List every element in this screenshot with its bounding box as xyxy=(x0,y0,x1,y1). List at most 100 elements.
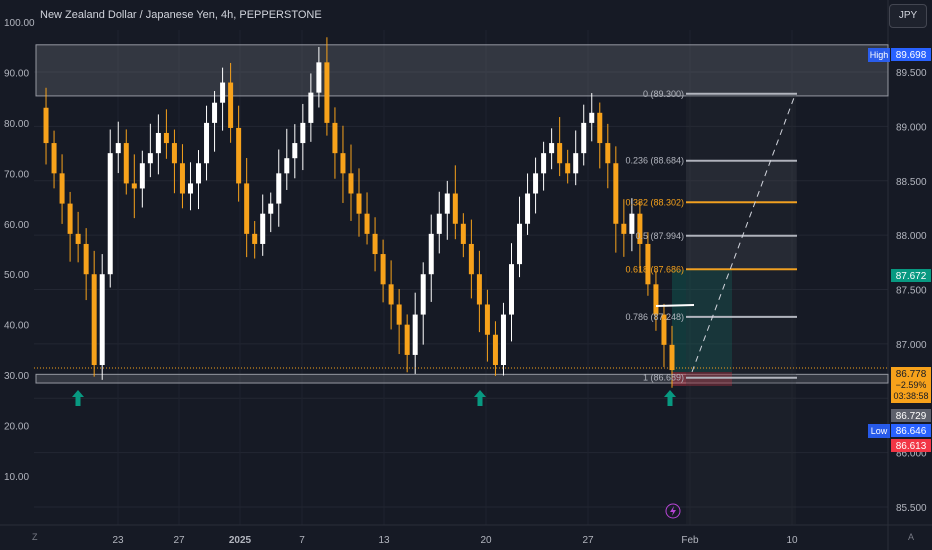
candle-body xyxy=(573,153,579,174)
time-tick-label: 2025 xyxy=(229,535,252,546)
candle-body xyxy=(492,334,498,366)
candle-body xyxy=(629,213,635,234)
candle-body xyxy=(372,233,378,255)
candle-body xyxy=(605,143,611,164)
left-tick-label: 100.00 xyxy=(4,18,35,29)
price-badge-value: 87.672 xyxy=(896,271,927,282)
time-tick-label: 13 xyxy=(378,535,390,546)
fib-level-label: 1 (86.689) xyxy=(643,373,684,383)
candle-body xyxy=(468,243,474,275)
candle-body xyxy=(380,254,386,285)
left-tick-label: 60.00 xyxy=(4,220,29,231)
price-chart[interactable]: 89.50089.00088.50088.00087.50087.00086.5… xyxy=(0,0,932,550)
time-tick-label: 10 xyxy=(786,535,798,546)
price-tick-label: 87.500 xyxy=(896,286,927,297)
candle-body xyxy=(155,132,161,154)
candle-body xyxy=(308,92,314,123)
candle-body xyxy=(43,107,49,144)
candle-body xyxy=(51,143,57,174)
badge-tag-text: Low xyxy=(871,426,888,436)
candle-body xyxy=(220,82,226,103)
left-tick-label: 50.00 xyxy=(4,270,29,281)
fib-band xyxy=(686,160,797,203)
candle-body xyxy=(179,163,185,194)
price-badge-value: 86.613 xyxy=(896,441,927,452)
price-tick-label: 89.500 xyxy=(896,68,927,79)
left-tick-label: 20.00 xyxy=(4,422,29,433)
candle-body xyxy=(444,193,450,214)
target-line xyxy=(655,304,695,307)
candle-body xyxy=(452,193,458,224)
candle-body xyxy=(340,153,346,174)
candle-body xyxy=(581,122,587,154)
price-tick-label: 88.500 xyxy=(896,177,927,188)
candle-body xyxy=(557,143,563,164)
bar-timer: 03:38:58 xyxy=(893,391,928,401)
candle-body xyxy=(549,143,555,154)
candle-body xyxy=(356,193,362,214)
fib-band xyxy=(686,235,797,270)
candle-body xyxy=(412,314,418,355)
left-tick-label: 30.00 xyxy=(4,371,29,382)
candle-body xyxy=(613,163,619,224)
price-badge-value: 86.646 xyxy=(896,426,927,437)
fib-level-label: 0.618 (87.686) xyxy=(625,264,684,274)
left-tick-label: 90.00 xyxy=(4,68,29,79)
candle-body xyxy=(187,183,193,194)
candle-body xyxy=(525,193,531,224)
candle-body xyxy=(115,143,121,154)
candle-body xyxy=(428,233,434,275)
candle-body xyxy=(252,233,258,244)
candle-body xyxy=(204,122,210,164)
time-tick-label: Feb xyxy=(681,535,699,546)
candle-body xyxy=(123,143,129,184)
candle-body xyxy=(244,183,250,234)
left-tick-label: 70.00 xyxy=(4,169,29,180)
candle-body xyxy=(75,233,81,244)
candle-body xyxy=(517,223,523,265)
time-tick-label: 7 xyxy=(299,535,305,546)
left-tick-label: 80.00 xyxy=(4,119,29,130)
candle-body xyxy=(597,112,603,144)
candle-body xyxy=(484,304,490,335)
candle-body xyxy=(388,284,394,305)
time-tick-label: 27 xyxy=(582,535,594,546)
currency-button[interactable]: JPY xyxy=(889,4,927,28)
left-tick-label: 40.00 xyxy=(4,321,29,332)
candle-body xyxy=(292,143,298,159)
candle-body xyxy=(300,122,306,144)
zoom-corner-left[interactable]: Z xyxy=(32,532,38,542)
price-tick-label: 88.000 xyxy=(896,231,927,242)
candle-body xyxy=(332,122,338,154)
candle-body xyxy=(621,223,627,234)
time-tick-label: 20 xyxy=(480,535,492,546)
auto-scale-button[interactable]: A xyxy=(908,532,914,542)
candle-body xyxy=(276,173,282,204)
candle-body xyxy=(348,173,354,194)
candle-body xyxy=(364,213,370,234)
candle-body xyxy=(669,344,675,371)
candle-body xyxy=(107,153,113,275)
candle-body xyxy=(171,143,177,164)
time-tick-label: 23 xyxy=(112,535,124,546)
price-badge-value: 86.729 xyxy=(896,411,927,422)
candle-body xyxy=(260,213,266,244)
candle-body xyxy=(91,274,97,366)
candle-body xyxy=(99,274,105,366)
projection-area xyxy=(686,92,796,524)
fib-level-label: 0.382 (88.302) xyxy=(625,197,684,207)
candle-body xyxy=(196,163,202,184)
candle-body xyxy=(131,183,137,189)
candle-body xyxy=(420,274,426,315)
candle-body xyxy=(163,132,169,144)
candle-body xyxy=(83,243,89,275)
candle-body xyxy=(316,62,322,93)
zone-resistance xyxy=(35,44,889,97)
candle-body xyxy=(139,163,145,189)
badge-tag-text: High xyxy=(870,50,889,60)
candle-body xyxy=(476,274,482,305)
fib-level-label: 0 (89.300) xyxy=(643,89,684,99)
price-change: −2.59% xyxy=(896,380,927,390)
candle-body xyxy=(589,112,595,123)
price-tick-label: 89.000 xyxy=(896,122,927,133)
